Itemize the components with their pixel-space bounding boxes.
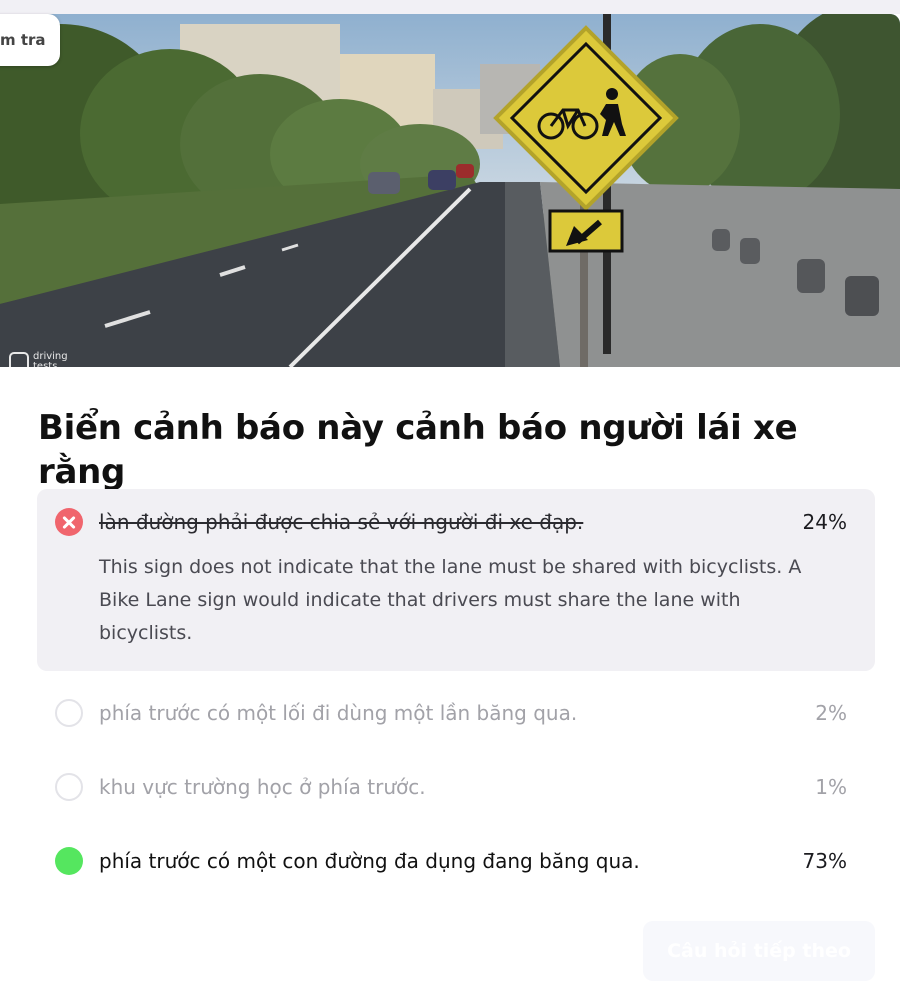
filled-circle-icon: [55, 847, 83, 875]
brand-word-bottom: tests: [33, 361, 58, 368]
answer-option-2[interactable]: phía trước có một lối đi dùng một lần bă…: [37, 696, 875, 730]
question-title: Biển cảnh báo này cảnh báo người lái xe …: [38, 408, 798, 492]
top-strip: [0, 0, 900, 14]
answer-text: khu vực trường học ở phía trước.: [99, 775, 426, 799]
answer-percent: 1%: [815, 775, 847, 799]
answer-explanation: This sign does not indicate that the lan…: [99, 556, 802, 644]
check-button-label: m tra: [0, 31, 46, 49]
arrow-plate: [548, 209, 624, 253]
next-question-button[interactable]: Câu hỏi tiếp theo: [643, 921, 875, 981]
answer-option-4[interactable]: phía trước có một con đường đa dụng đang…: [37, 844, 875, 878]
question-image: driving tests: [0, 14, 900, 367]
empty-circle-icon: [55, 773, 83, 801]
x-circle-icon: [55, 508, 83, 536]
answer-percent: 73%: [802, 849, 847, 873]
check-button[interactable]: m tra: [0, 14, 60, 66]
answer-percent: 24%: [802, 510, 847, 534]
brand-watermark: driving tests: [9, 352, 68, 367]
empty-circle-icon: [55, 699, 83, 727]
answer-option-1[interactable]: làn đường phải được chia sẻ với người đi…: [37, 489, 875, 671]
answer-percent: 2%: [815, 701, 847, 725]
answer-text: phía trước có một lối đi dùng một lần bă…: [99, 701, 578, 725]
answer-option-3[interactable]: khu vực trường học ở phía trước. 1%: [37, 770, 875, 804]
drivingtests-logo-icon: [9, 352, 29, 367]
answer-text: làn đường phải được chia sẻ với người đi…: [99, 510, 584, 534]
road-scene-illustration: [0, 14, 900, 367]
answer-text: phía trước có một con đường đa dụng đang…: [99, 849, 640, 873]
